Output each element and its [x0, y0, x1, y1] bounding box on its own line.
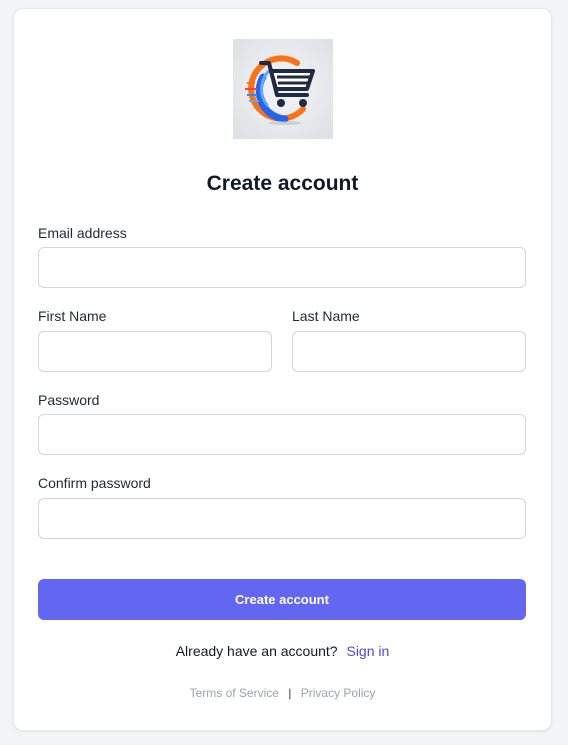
first-name-label: First Name [38, 308, 107, 324]
footer-separator: | [288, 686, 292, 700]
first-name-field[interactable] [38, 331, 272, 372]
last-name-field[interactable] [292, 331, 526, 372]
create-account-button[interactable]: Create account [38, 579, 526, 620]
signin-row: Already have an account? Sign in [14, 643, 551, 659]
shopping-cart-icon [245, 55, 315, 125]
shopping-cart-logo-icon [233, 39, 333, 139]
email-label: Email address [38, 225, 127, 241]
confirm-password-label: Confirm password [38, 475, 151, 491]
sign-in-link[interactable]: Sign in [346, 643, 389, 659]
footer-links: Terms of Service | Privacy Policy [14, 686, 551, 700]
terms-of-service-link[interactable]: Terms of Service [190, 686, 279, 700]
privacy-policy-link[interactable]: Privacy Policy [301, 686, 376, 700]
password-label: Password [38, 392, 100, 408]
page-title: Create account [206, 172, 359, 195]
signup-card: Create account Email address First Name … [13, 8, 552, 731]
confirm-password-field[interactable] [38, 498, 526, 539]
signin-prompt: Already have an account? [175, 643, 338, 659]
password-field[interactable] [38, 414, 526, 455]
last-name-label: Last Name [292, 308, 360, 324]
email-field[interactable] [38, 247, 526, 288]
